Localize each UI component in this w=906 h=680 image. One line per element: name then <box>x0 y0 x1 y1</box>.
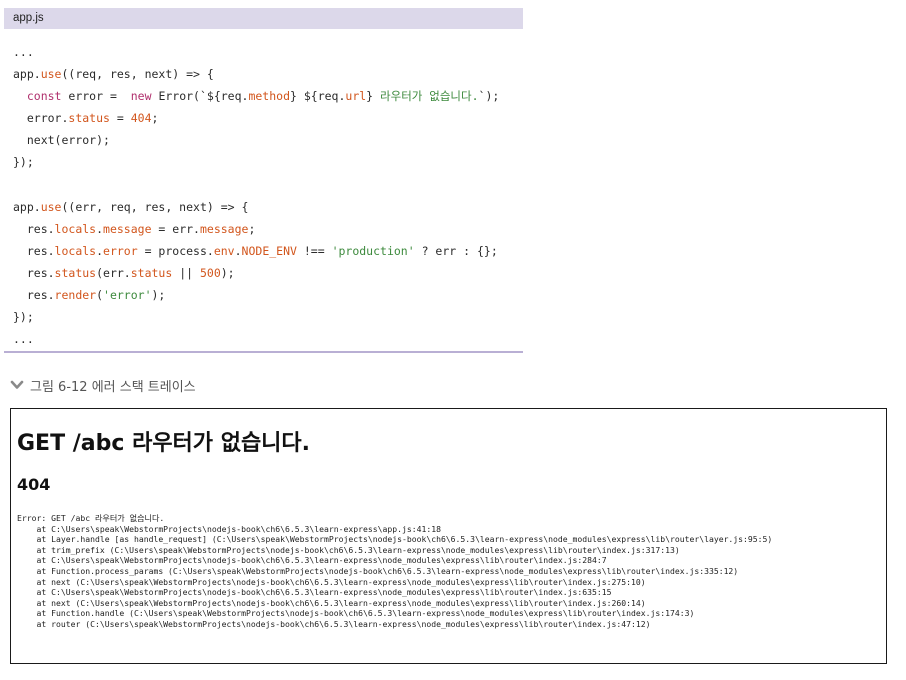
code-token: const <box>26 89 62 104</box>
code-token: . <box>96 243 104 258</box>
error-title: GET /abc 라우터가 없습니다. <box>17 431 311 456</box>
code-token: ; <box>248 221 256 236</box>
code-token: ( <box>96 288 104 303</box>
code-line: error.status = 404; <box>13 107 523 129</box>
code-token: message <box>199 221 249 236</box>
stack-trace-line: at next (C:\Users\speak\WebstormProjects… <box>17 597 646 608</box>
stack-trace-line: at Layer.handle [as handle_request] (C:\… <box>17 534 773 545</box>
code-token: message <box>103 221 152 236</box>
code-token: render <box>54 288 97 303</box>
code-token: (err. <box>96 265 131 280</box>
code-token: `); <box>478 89 500 104</box>
code-line: res.locals.error = process.env.NODE_ENV … <box>13 240 523 262</box>
code-token: status <box>68 111 110 126</box>
code-token: ? err : {}; <box>414 243 498 258</box>
code-line: const error = new Error(`${req.method} $… <box>13 85 523 107</box>
code-token: app. <box>13 199 41 214</box>
code-token: status <box>130 265 173 280</box>
code-token: error = <box>61 89 131 104</box>
code-line: app.use((req, res, next) => { <box>13 63 523 85</box>
chevron-down-icon <box>10 378 24 392</box>
code-token: . <box>234 243 242 258</box>
code-line: res.locals.message = err.message; <box>13 218 523 240</box>
code-token: 404 <box>130 111 152 126</box>
code-token: locals <box>54 221 97 236</box>
code-token: }); <box>13 310 34 325</box>
code-token: app. <box>13 67 41 82</box>
error-page-screenshot: GET /abc 라우터가 없습니다. 404 Error: GET /abc … <box>10 408 887 664</box>
code-token: }); <box>13 155 34 170</box>
code-line: }); <box>13 151 523 173</box>
error-status-code: 404 <box>17 475 51 494</box>
stack-trace-line: at Function.process_params (C:\Users\spe… <box>17 565 739 576</box>
code-token: ((req, res, next) => { <box>61 67 214 82</box>
code-line: res.render('error'); <box>13 284 523 306</box>
code-token: = process. <box>137 243 214 258</box>
code-token: ); <box>151 288 166 303</box>
code-token: error <box>103 243 138 258</box>
code-body: ... app.use((req, res, next) => { const e… <box>4 29 523 350</box>
stack-trace-line: at C:\Users\speak\WebstormProjects\nodej… <box>17 523 441 534</box>
code-line: ... <box>13 328 523 350</box>
code-line: res.status(err.status || 500); <box>13 262 523 284</box>
code-token: Error(`${req. <box>151 89 249 104</box>
code-token: NODE_ENV <box>241 243 297 258</box>
code-token: ((err, req, res, next) => { <box>61 199 249 214</box>
stack-trace-line: at router (C:\Users\speak\WebstormProjec… <box>17 618 651 629</box>
code-filename: app.js <box>4 8 523 29</box>
code-token: ... <box>13 45 34 59</box>
stack-trace-line: Error: GET /abc 라우터가 없습니다. <box>17 513 165 523</box>
code-token: use <box>40 199 62 214</box>
code-token: res. <box>13 265 55 280</box>
code-token: 라우터가 없습니다. <box>380 89 479 104</box>
code-token: error. <box>13 111 69 126</box>
code-divider <box>4 351 523 353</box>
stack-trace-line: at next (C:\Users\speak\WebstormProjects… <box>17 576 646 587</box>
stack-trace-line: at Function.handle (C:\Users\speak\Webst… <box>17 608 695 619</box>
code-line: next(error); <box>13 129 523 151</box>
code-token: 500 <box>199 265 221 280</box>
code-token: !== <box>296 243 332 258</box>
code-token: res. <box>13 243 55 258</box>
code-token: ... <box>13 332 34 347</box>
code-token: new <box>130 89 152 104</box>
stack-trace-line: at trim_prefix (C:\Users\speak\WebstormP… <box>17 544 680 555</box>
code-token: res. <box>13 288 55 303</box>
code-token: next(error); <box>13 133 110 148</box>
code-token: 'error' <box>103 288 152 303</box>
code-token: } ${req. <box>290 89 346 104</box>
code-token: ; <box>151 111 159 126</box>
code-token: res. <box>13 221 55 236</box>
code-token: 'production' <box>331 243 415 258</box>
code-line: ... <box>13 41 523 63</box>
code-token: . <box>96 221 104 236</box>
code-token: = <box>109 111 131 126</box>
code-line: app.use((err, req, res, next) => { <box>13 196 523 218</box>
code-listing: app.js ... app.use((req, res, next) => { … <box>4 8 523 353</box>
code-token: || <box>172 265 200 280</box>
error-stack-trace: Error: GET /abc 라우터가 없습니다. at C:\Users\s… <box>17 513 772 630</box>
code-token: locals <box>54 243 97 258</box>
code-token: method <box>248 89 290 104</box>
code-token: env <box>213 243 235 258</box>
code-token: url <box>345 89 367 104</box>
code-token: ); <box>220 265 235 280</box>
figure-caption-text: 그림 6-12 에러 스택 트레이스 <box>30 379 196 395</box>
code-token: } <box>366 89 381 104</box>
code-token: = err. <box>151 221 200 236</box>
stack-trace-line: at C:\Users\speak\WebstormProjects\nodej… <box>17 587 612 598</box>
code-token: status <box>54 265 97 280</box>
code-line: }); <box>13 306 523 328</box>
code-token: use <box>40 67 62 82</box>
figure-caption: 그림 6-12 에러 스택 트레이스 <box>10 375 196 395</box>
stack-trace-line: at C:\Users\speak\WebstormProjects\nodej… <box>17 555 607 566</box>
